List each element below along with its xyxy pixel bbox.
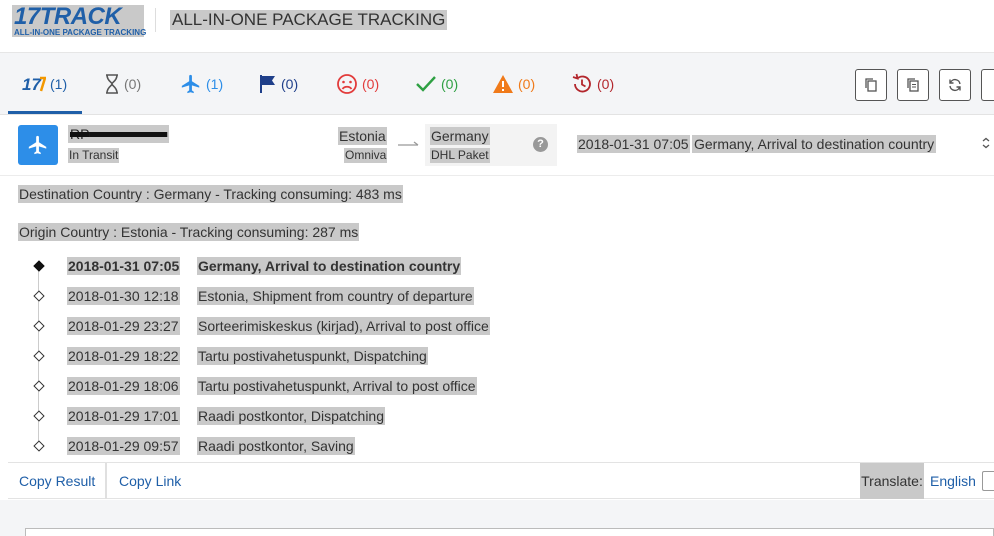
language-select[interactable]: English (930, 463, 976, 499)
event-description: Estonia, Shipment from country of depart… (197, 287, 474, 305)
timeline-marker (33, 290, 45, 302)
destination-tracking-info: Destination Country : Germany - Tracking… (18, 185, 403, 203)
event-time: 2018-01-31 07:05 (67, 257, 181, 275)
arrow-right-icon (398, 141, 419, 146)
event-time: 2018-01-29 23:27 (67, 317, 180, 335)
sad-face-icon (337, 74, 357, 94)
tab-pick-up[interactable]: (0) (259, 71, 298, 97)
collapse-icon[interactable] (981, 137, 991, 149)
timeline-marker (33, 350, 45, 362)
copy-icon (865, 78, 877, 92)
copy-result-button[interactable]: Copy Result (8, 463, 106, 499)
active-tab-indicator (8, 111, 82, 114)
app-header: 17TRACK ALL-IN-ONE PACKAGE TRACKING ALL-… (0, 0, 994, 53)
input-box-edge (25, 528, 994, 536)
checkmark-icon (416, 76, 436, 92)
copy-button[interactable] (855, 69, 887, 101)
timeline-marker (33, 320, 45, 332)
event-time: 2018-01-29 17:01 (67, 407, 180, 425)
result-actions-bar: Copy Result Copy Link Translate: English (8, 462, 994, 499)
tab-undelivered[interactable]: (0) (336, 71, 379, 97)
tab-alert-count: (0) (518, 76, 536, 92)
event-description: Raadi postkontor, Dispatching (197, 407, 385, 425)
latest-event-time: 2018-01-31 07:05 (577, 135, 690, 153)
status-tabs-bar: 17 (1) (0) (1) (0) (0) (0) (0) (0) (0, 53, 994, 115)
tab-all-count: (1) (50, 76, 68, 92)
tab-in-transit-count: (1) (206, 76, 224, 92)
help-icon[interactable]: ? (533, 137, 548, 152)
more-button[interactable] (981, 69, 994, 101)
17track-logo[interactable]: 17TRACK ALL-IN-ONE PACKAGE TRACKING (12, 3, 147, 37)
language-dropdown-box[interactable] (982, 471, 994, 491)
origin-carrier: Omniva (344, 148, 388, 163)
tracking-event: 2018-01-29 18:06 Tartu postivahetuspunkt… (0, 377, 994, 407)
tab-alert[interactable]: (0) (492, 71, 535, 97)
origin-country: Estonia (338, 127, 387, 145)
tab-expired-count: (0) (597, 76, 615, 92)
airplane-icon (28, 135, 47, 155)
package-status-badge (18, 125, 58, 165)
history-icon (572, 73, 591, 93)
event-time: 2018-01-30 12:18 (67, 287, 180, 305)
event-description: Germany, Arrival to destination country (197, 257, 462, 275)
tab-undelivered-count: (0) (362, 76, 380, 92)
page-bottom-area (0, 500, 994, 536)
airplane-icon (181, 74, 200, 94)
event-description: Raadi postkontor, Saving (197, 437, 355, 455)
header-divider (155, 8, 156, 32)
tab-delivered[interactable]: (0) (415, 71, 458, 97)
timeline-marker (33, 440, 45, 452)
logo-tagline: ALL-IN-ONE PACKAGE TRACKING (14, 28, 147, 37)
timeline-marker (33, 260, 45, 272)
tracking-event: 2018-01-30 12:18 Estonia, Shipment from … (0, 287, 994, 317)
latest-event-desc: Germany, Arrival to destination country (692, 135, 937, 153)
package-summary-row[interactable]: RP In Transit Estonia Omniva Germany DHL… (0, 115, 994, 176)
event-time: 2018-01-29 18:06 (67, 377, 180, 395)
tab-expired[interactable]: (0) (571, 71, 614, 97)
page-title: ALL-IN-ONE PACKAGE TRACKING (170, 10, 448, 30)
17track-logo-icon: 17 (22, 75, 46, 93)
hourglass-icon (106, 74, 118, 94)
tab-not-found[interactable]: (0) (104, 71, 141, 97)
tab-pick-up-count: (0) (281, 76, 299, 92)
origin-tracking-info: Origin Country : Estonia - Tracking cons… (18, 223, 360, 241)
copy-link-button[interactable]: Copy Link (108, 463, 192, 499)
destination-country: Germany (430, 127, 490, 145)
event-time: 2018-01-29 18:22 (67, 347, 180, 365)
tab-in-transit[interactable]: (1) (180, 71, 223, 97)
svg-text:17: 17 (22, 75, 42, 93)
destination-box: Germany DHL Paket ? (425, 124, 557, 166)
event-description: Tartu postivahetuspunkt, Dispatching (197, 347, 428, 365)
logo-wordmark: 17TRACK (14, 3, 122, 30)
tab-delivered-count: (0) (441, 76, 459, 92)
copy-all-button[interactable] (897, 69, 929, 101)
event-time: 2018-01-29 09:57 (67, 437, 180, 455)
copy-all-icon (907, 78, 919, 92)
actions-divider (105, 463, 107, 499)
event-description: Tartu postivahetuspunkt, Arrival to post… (197, 377, 477, 395)
event-description: Sorteerimiskeskus (kirjad), Arrival to p… (197, 317, 490, 335)
warning-icon (493, 75, 513, 93)
tracking-event: 2018-01-29 17:01 Raadi postkontor, Dispa… (0, 407, 994, 437)
destination-carrier: DHL Paket (430, 148, 490, 163)
package-status-text: In Transit (68, 148, 120, 163)
tracking-event: 2018-01-29 18:22 Tartu postivahetuspunkt… (0, 347, 994, 377)
tab-not-found-count: (0) (124, 76, 142, 92)
translate-label: Translate: (860, 463, 924, 499)
refresh-icon (949, 78, 961, 92)
tracking-event: 2018-01-29 23:27 Sorteerimiskeskus (kirj… (0, 317, 994, 347)
timeline-marker (33, 410, 45, 422)
timeline-marker (33, 380, 45, 392)
flag-icon (260, 75, 275, 93)
refresh-button[interactable] (939, 69, 971, 101)
tracking-event: 2018-01-31 07:05 Germany, Arrival to des… (0, 257, 994, 287)
tab-all[interactable]: 17 (1) (22, 71, 67, 97)
tracking-number[interactable]: RP (68, 125, 170, 143)
